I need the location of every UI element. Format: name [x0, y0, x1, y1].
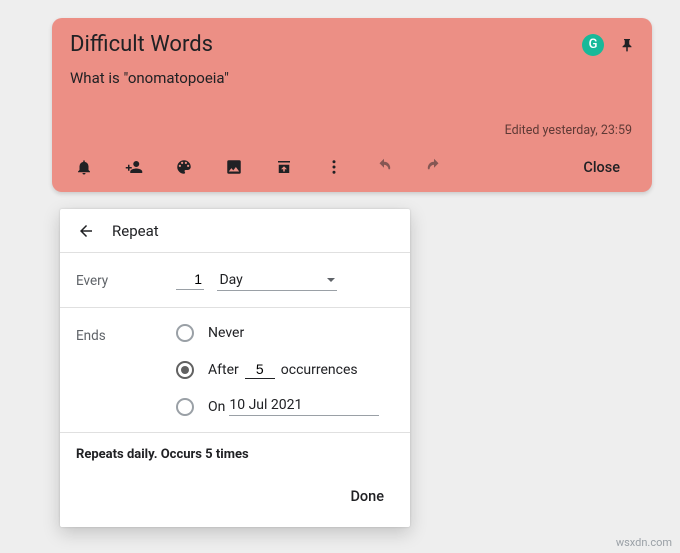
ends-after-option[interactable]: After occurrences: [176, 360, 394, 379]
every-label: Every: [76, 269, 176, 291]
every-content: Day: [176, 269, 394, 291]
chevron-down-icon: [327, 278, 335, 282]
collaborator-icon[interactable]: [114, 149, 154, 185]
unit-select[interactable]: Day: [217, 270, 337, 291]
reminder-icon[interactable]: [64, 149, 104, 185]
note-header: Difficult Words G: [52, 18, 652, 61]
every-row: Every Day: [60, 253, 410, 308]
redo-icon[interactable]: [414, 149, 454, 185]
watermark: wsxdn.com: [616, 536, 672, 549]
note-body[interactable]: What is "onomatopoeia": [52, 61, 652, 93]
grammarly-icon[interactable]: G: [582, 34, 604, 56]
radio-icon: [176, 324, 194, 342]
radio-icon: [176, 398, 194, 416]
repeat-popup: Repeat Every Day Ends Never After occurr…: [60, 209, 410, 527]
edited-timestamp: Edited yesterday, 23:59: [52, 93, 652, 148]
after-suffix: occurrences: [281, 362, 358, 378]
grammarly-letter: G: [589, 37, 598, 52]
header-actions: G: [582, 34, 636, 56]
occurrences-input[interactable]: [245, 360, 275, 379]
interval-input[interactable]: [176, 269, 204, 290]
on-prefix: On: [208, 399, 225, 415]
popup-footer: Done: [60, 472, 410, 527]
popup-header: Repeat: [60, 209, 410, 253]
note-toolbar: Close: [52, 148, 652, 192]
note-card: Difficult Words G What is "onomatopoeia"…: [52, 18, 652, 192]
done-button[interactable]: Done: [342, 480, 392, 513]
popup-title: Repeat: [112, 222, 159, 240]
more-icon[interactable]: [314, 149, 354, 185]
close-button[interactable]: Close: [569, 151, 634, 184]
ends-options: Never After occurrences On 10 Jul 2021: [176, 324, 394, 416]
image-icon[interactable]: [214, 149, 254, 185]
ends-on-option[interactable]: On 10 Jul 2021: [176, 397, 394, 416]
never-label: Never: [208, 325, 244, 341]
palette-icon[interactable]: [164, 149, 204, 185]
pin-icon[interactable]: [618, 36, 636, 54]
after-prefix: After: [208, 362, 239, 378]
undo-icon[interactable]: [364, 149, 404, 185]
radio-icon: [176, 361, 194, 379]
ends-label: Ends: [76, 324, 176, 416]
end-date-select[interactable]: 10 Jul 2021: [229, 397, 379, 416]
repeat-summary: Repeats daily. Occurs 5 times: [60, 433, 410, 472]
archive-icon[interactable]: [264, 149, 304, 185]
unit-label: Day: [219, 272, 242, 288]
ends-never-option[interactable]: Never: [176, 324, 394, 342]
ends-row: Ends Never After occurrences On 10 Jul 2…: [60, 308, 410, 433]
end-date-value: 10 Jul 2021: [229, 397, 302, 413]
note-title[interactable]: Difficult Words: [70, 32, 582, 57]
back-icon[interactable]: [74, 222, 98, 240]
